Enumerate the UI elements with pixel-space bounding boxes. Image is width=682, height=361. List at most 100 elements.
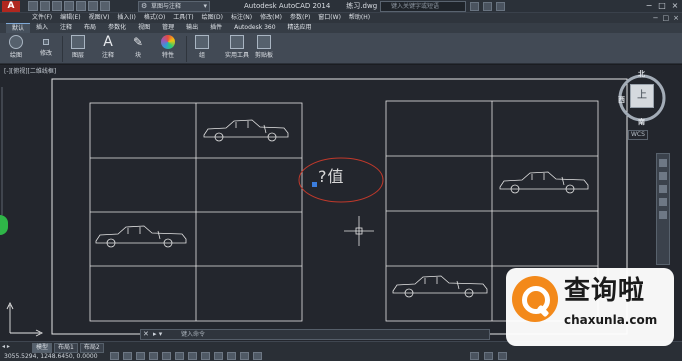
tab-layout[interactable]: 布局 [78, 23, 102, 33]
layers-tool[interactable]: 图层 [64, 35, 92, 63]
tab-layout1[interactable]: 布局1 [54, 343, 78, 353]
tab-featured-apps[interactable]: 精选应用 [282, 23, 318, 33]
doc-close-button[interactable]: × [673, 13, 679, 23]
annotation-scale-icon[interactable] [484, 352, 493, 360]
tab-home[interactable]: 默认 [6, 23, 31, 33]
menu-draw[interactable]: 绘图(D) [198, 13, 227, 23]
zoom-icon[interactable] [659, 185, 667, 193]
site-watermark: 查询啦 chaxunla.com [506, 268, 674, 346]
wcs-menu[interactable]: WCS [628, 130, 648, 140]
close-button[interactable]: × [670, 0, 680, 12]
save-as-icon[interactable] [64, 1, 74, 11]
osnap-toggle-icon[interactable] [162, 352, 171, 360]
search-logo-icon [512, 276, 558, 322]
open-file-icon[interactable] [40, 1, 50, 11]
menu-view[interactable]: 视图(V) [85, 13, 114, 23]
window-controls: − □ × [644, 0, 680, 12]
transparency-toggle-icon[interactable] [240, 352, 249, 360]
dyn-toggle-icon[interactable] [214, 352, 223, 360]
grid-toggle-icon[interactable] [123, 352, 132, 360]
showmotion-icon[interactable] [659, 211, 667, 219]
doc-minimize-button[interactable]: − [653, 13, 659, 23]
save-icon[interactable] [52, 1, 62, 11]
navigation-bar [656, 153, 670, 265]
clipboard-tool[interactable]: 剪贴板 [250, 35, 278, 63]
3d-osnap-toggle-icon[interactable] [175, 352, 184, 360]
viewcube-south[interactable]: 南 [638, 118, 645, 127]
autocad-window: A 草图与注释 Autodesk AutoCAD 2014练习.dwg ⌕ 键入… [0, 0, 682, 361]
lineweight-toggle-icon[interactable] [227, 352, 236, 360]
menu-parametric[interactable]: 参数(P) [286, 13, 314, 23]
draw-tool-label: 绘图 [9, 52, 22, 59]
command-prompt-icon[interactable]: ▸ ▾ [153, 330, 162, 339]
tab-manage[interactable]: 管理 [156, 23, 180, 33]
properties-icon [161, 35, 175, 49]
workspace-dropdown[interactable]: 草图与注释 [138, 1, 210, 12]
watermark-domain: chaxunla.com [564, 313, 658, 327]
dimension-text[interactable]: ?值 [318, 168, 345, 186]
tab-model[interactable]: 模型 [32, 343, 53, 353]
modify-icon [43, 39, 49, 45]
tab-output[interactable]: 输出 [180, 23, 204, 33]
viewcube[interactable]: 北 西 上 南 WCS [614, 70, 672, 140]
menu-help[interactable]: 帮助(H) [345, 13, 374, 23]
maximize-button[interactable]: □ [657, 0, 667, 12]
ortho-toggle-icon[interactable] [136, 352, 145, 360]
help-icon[interactable] [496, 2, 505, 11]
otrack-toggle-icon[interactable] [188, 352, 197, 360]
group-icon [195, 35, 209, 49]
title-bar-tools [470, 2, 505, 11]
properties-tool[interactable]: 特性 [154, 35, 182, 63]
orbit-icon[interactable] [659, 198, 667, 206]
menu-file[interactable]: 文件(F) [28, 13, 56, 23]
command-input[interactable]: 键入命令 [181, 330, 205, 339]
workspace-switch-icon[interactable] [498, 352, 507, 360]
application-menu-button[interactable]: A [2, 1, 20, 12]
viewcube-top-face[interactable]: 上 [630, 84, 654, 108]
tab-insert[interactable]: 插入 [30, 23, 54, 33]
pan-icon[interactable] [659, 172, 667, 180]
menu-edit[interactable]: 编辑(E) [56, 13, 84, 23]
utilities-tool[interactable]: 实用工具 [220, 35, 254, 63]
command-line[interactable]: ✕ ▸ ▾ 键入命令 [140, 329, 490, 340]
tab-plugins[interactable]: 插件 [204, 23, 228, 33]
snap-toggle-icon[interactable] [110, 352, 119, 360]
block-tool[interactable]: ✎ 块 [124, 35, 152, 63]
menu-insert[interactable]: 插入(I) [113, 13, 139, 23]
ribbon-separator [186, 36, 187, 62]
tab-view[interactable]: 视图 [132, 23, 156, 33]
tab-parametric[interactable]: 参数化 [102, 23, 132, 33]
steering-wheel-icon[interactable] [659, 159, 667, 167]
viewcube-north[interactable]: 北 [638, 70, 645, 79]
window-title: Autodesk AutoCAD 2014 练习.dwg [244, 1, 377, 12]
help-search-input[interactable]: 键入关键字或短语 [380, 1, 466, 12]
utilities-tool-label: 实用工具 [224, 52, 249, 59]
annotation-tool[interactable]: A 注释 [94, 35, 122, 63]
menu-modify[interactable]: 修改(M) [256, 13, 286, 23]
viewcube-west[interactable]: 西 [618, 96, 625, 105]
grip-point[interactable] [312, 182, 317, 187]
menu-window[interactable]: 窗口(W) [314, 13, 345, 23]
modify-tool[interactable]: 修改 [32, 35, 60, 63]
menu-format[interactable]: 格式(O) [140, 13, 169, 23]
polar-toggle-icon[interactable] [149, 352, 158, 360]
print-icon[interactable] [76, 1, 86, 11]
tab-annotate[interactable]: 注释 [54, 23, 78, 33]
tab-layout2[interactable]: 布局2 [79, 343, 104, 353]
group-tool[interactable]: 组 [188, 35, 216, 63]
menu-tools[interactable]: 工具(T) [169, 13, 197, 23]
model-space-icon[interactable] [470, 352, 479, 360]
close-command-line-icon[interactable]: ✕ [143, 330, 149, 339]
menu-dimension[interactable]: 标注(N) [227, 13, 256, 23]
draw-tool[interactable]: 绘图 [2, 35, 30, 63]
redo-icon[interactable] [100, 1, 110, 11]
exchange-icon[interactable] [483, 2, 492, 11]
login-icon[interactable] [470, 2, 479, 11]
quick-properties-toggle-icon[interactable] [253, 352, 262, 360]
doc-restore-button[interactable]: □ [663, 13, 670, 23]
new-file-icon[interactable] [28, 1, 38, 11]
minimize-button[interactable]: − [644, 0, 654, 12]
tab-autodesk-360[interactable]: Autodesk 360 [228, 23, 281, 33]
undo-icon[interactable] [88, 1, 98, 11]
ducs-toggle-icon[interactable] [201, 352, 210, 360]
